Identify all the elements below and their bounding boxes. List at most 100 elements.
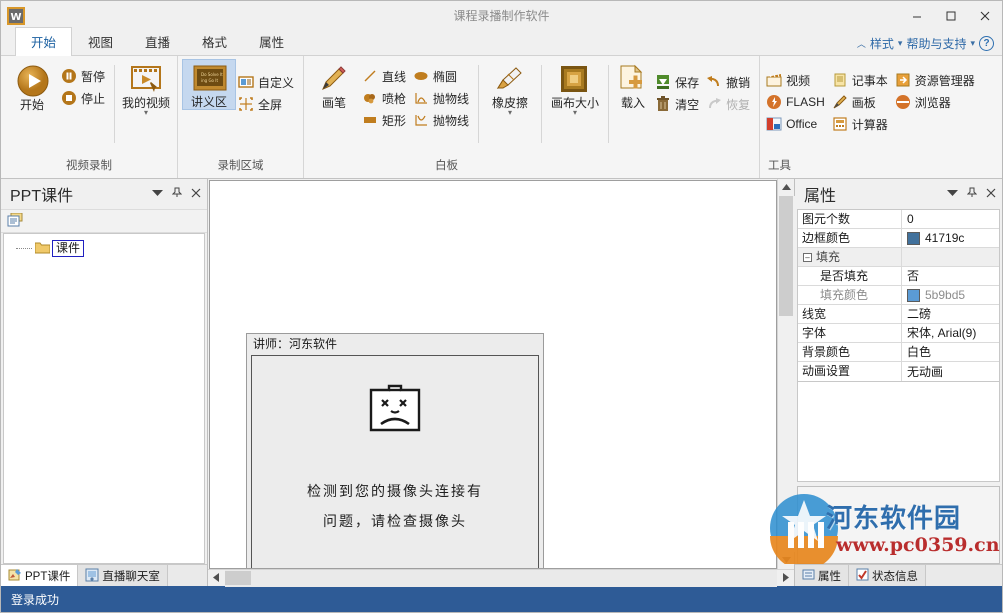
chevron-up-icon[interactable]: ︿ (857, 37, 866, 50)
property-value[interactable]: 宋体, Arial(9) (902, 324, 999, 342)
scroll-left-arrow-icon[interactable] (208, 573, 225, 584)
property-group-row[interactable]: – 填充 (798, 248, 999, 267)
vscroll-thumb[interactable] (779, 196, 793, 316)
property-value-cell[interactable]: 5b9bd5 (902, 286, 999, 304)
chevron-down-icon[interactable]: ▾ (144, 110, 148, 116)
chevron-down-icon-style[interactable]: ▾ (898, 38, 903, 49)
property-value[interactable]: 0 (902, 210, 999, 228)
new-courseware-icon[interactable] (7, 213, 23, 229)
line-icon (362, 68, 378, 84)
property-row[interactable]: 填充颜色 5b9bd5 (798, 286, 999, 305)
parabola-down-label: 抛物线 (433, 112, 469, 129)
my-videos-button[interactable]: 我的视频 ▾ (119, 59, 173, 116)
collapse-icon[interactable] (947, 189, 958, 200)
lecturer-slide-panel[interactable]: 讲师：河东软件 (246, 333, 544, 569)
tab-properties[interactable]: 属性 (243, 27, 300, 56)
color-swatch[interactable] (907, 232, 920, 245)
help-support-menu[interactable]: 帮助与支持 (906, 35, 966, 52)
paintbrush-icon (832, 94, 848, 110)
explorer-tool-button[interactable]: 资源管理器 (893, 69, 980, 91)
video-tool-button[interactable]: 视频 (764, 69, 830, 91)
tab-live[interactable]: 直播 (129, 27, 186, 56)
whiteboard-canvas[interactable]: 讲师：河东软件 (209, 180, 777, 569)
pin-icon[interactable] (967, 187, 977, 201)
help-icon[interactable]: ? (979, 36, 994, 51)
scroll-right-arrow-icon[interactable] (777, 573, 794, 584)
canvas-size-button[interactable]: 画布大小 ▾ (546, 59, 604, 116)
property-row[interactable]: 背景颜色 白色 (798, 343, 999, 362)
vscroll-track[interactable] (778, 196, 795, 552)
tab-format[interactable]: 格式 (186, 27, 243, 56)
pin-icon[interactable] (172, 187, 182, 201)
close-button[interactable] (968, 1, 1002, 30)
canvas-vertical-scrollbar[interactable] (777, 179, 794, 569)
property-row[interactable]: 图元个数 0 (798, 210, 999, 229)
tab-start[interactable]: 开始 (15, 27, 72, 56)
property-value[interactable]: 白色 (902, 343, 999, 361)
chevron-down-icon[interactable]: ▾ (508, 110, 512, 116)
scroll-up-arrow-icon[interactable] (782, 179, 791, 196)
style-menu[interactable]: 样式 (870, 35, 894, 52)
resize-grip-icon[interactable] (987, 593, 999, 605)
flash-tool-button[interactable]: FLASH (764, 91, 830, 113)
courseware-tree[interactable]: 课件 (3, 233, 205, 564)
line-tool-button[interactable]: 直线 (360, 65, 411, 87)
tree-item-courseware[interactable]: 课件 (8, 240, 200, 257)
property-value[interactable]: 否 (902, 267, 999, 285)
office-tool-button[interactable]: Office (764, 113, 830, 135)
rectangle-tool-button[interactable]: 矩形 (360, 109, 411, 131)
calculator-tool-button[interactable]: 计算器 (830, 113, 893, 135)
property-row[interactable]: 线宽 二磅 (798, 305, 999, 324)
pause-button[interactable]: 暂停 (59, 65, 110, 87)
chevron-down-icon-help[interactable]: ▾ (970, 38, 975, 49)
dock-tab-ppt-courseware[interactable]: PPT课件 (1, 565, 78, 586)
property-value[interactable]: 无动画 (902, 362, 999, 381)
tab-view[interactable]: 视图 (72, 27, 129, 56)
start-record-button[interactable]: 开始 (5, 59, 59, 112)
clear-button[interactable]: 清空 (653, 93, 704, 115)
hscroll-thumb[interactable] (225, 571, 251, 585)
dock-tab-live-chatroom[interactable]: 直播聊天室 (78, 565, 168, 586)
canvas-horizontal-scrollbar[interactable] (208, 569, 794, 586)
eraser-button[interactable]: 橡皮擦 ▾ (483, 59, 537, 116)
explorer-icon (895, 72, 911, 88)
stop-button[interactable]: 停止 (59, 87, 110, 109)
dock-tab-status-info[interactable]: 状态信息 (849, 565, 926, 586)
pen-button[interactable]: 画笔 (308, 59, 360, 110)
application-window: W 课程录播制作软件 开始 视图 直播 格式 属性 ︿ 样式 ▾ (0, 0, 1003, 613)
hscroll-track[interactable] (225, 570, 777, 587)
properties-grid[interactable]: 图元个数 0 边框颜色 41719c – 填充 (797, 209, 1000, 382)
collapse-icon[interactable] (152, 189, 163, 200)
expander-icon[interactable]: – (803, 253, 812, 262)
minimize-button[interactable] (900, 1, 934, 30)
property-row[interactable]: 动画设置 无动画 (798, 362, 999, 381)
undo-button[interactable]: 撤销 (704, 71, 755, 93)
close-icon[interactable] (986, 188, 996, 201)
paintboard-tool-button[interactable]: 画板 (830, 91, 893, 113)
ellipse-tool-button[interactable]: 椭圆 (411, 65, 474, 87)
color-swatch[interactable] (907, 289, 920, 302)
close-icon[interactable] (191, 188, 201, 201)
redo-button[interactable]: 恢复 (704, 93, 755, 115)
save-button[interactable]: 保存 (653, 71, 704, 93)
dock-tab-properties[interactable]: 属性 (795, 565, 849, 586)
parabola-down-tool-button[interactable]: 抛物线 (411, 109, 474, 131)
fullscreen-button[interactable]: 全屏 (236, 93, 299, 115)
property-value[interactable]: 二磅 (902, 305, 999, 323)
property-row[interactable]: 字体 宋体, Arial(9) (798, 324, 999, 343)
property-row[interactable]: 是否填充 否 (798, 267, 999, 286)
load-button[interactable]: 载入 (613, 59, 653, 110)
parabola-up-tool-button[interactable]: 抛物线 (411, 87, 474, 109)
sad-folder-icon (367, 380, 423, 439)
maximize-button[interactable] (934, 1, 968, 30)
tree-item-label: 课件 (52, 240, 84, 257)
custom-area-button[interactable]: 自定义 (236, 71, 299, 93)
chevron-down-icon[interactable]: ▾ (573, 110, 577, 116)
lecture-area-button[interactable]: Do Solve It ing Go It 讲义区 (182, 59, 236, 110)
scroll-down-arrow-icon[interactable] (782, 552, 791, 569)
browser-tool-button[interactable]: 浏览器 (893, 91, 980, 113)
property-row[interactable]: 边框颜色 41719c (798, 229, 999, 248)
notepad-tool-button[interactable]: 记事本 (830, 69, 893, 91)
spray-tool-button[interactable]: 喷枪 (360, 87, 411, 109)
property-value-cell[interactable]: 41719c (902, 229, 999, 247)
